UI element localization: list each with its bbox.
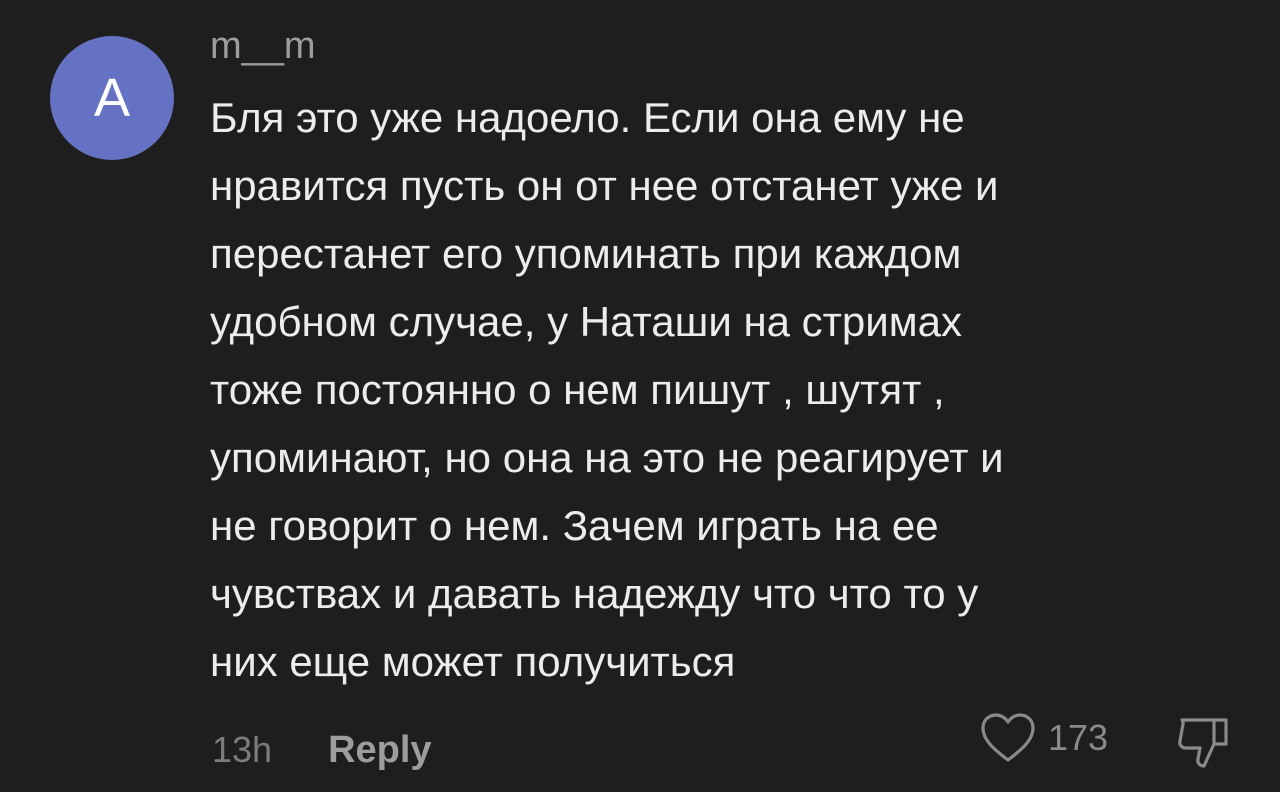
thumbs-down-icon — [1172, 708, 1236, 772]
avatar[interactable]: A — [50, 36, 174, 160]
heart-icon — [980, 712, 1036, 764]
comment-timestamp: 13h — [212, 729, 273, 770]
reply-button[interactable]: Reply — [328, 729, 431, 772]
avatar-letter: A — [93, 68, 131, 128]
like-button[interactable]: 173 — [980, 712, 1108, 764]
like-count: 173 — [1048, 717, 1109, 758]
comment-meta: 13h Reply — [212, 724, 432, 776]
comment-text: Бля это уже надоело. Если она ему не нра… — [210, 94, 1004, 685]
comment-username[interactable]: m__m — [210, 22, 316, 70]
dislike-button[interactable] — [1172, 708, 1236, 772]
